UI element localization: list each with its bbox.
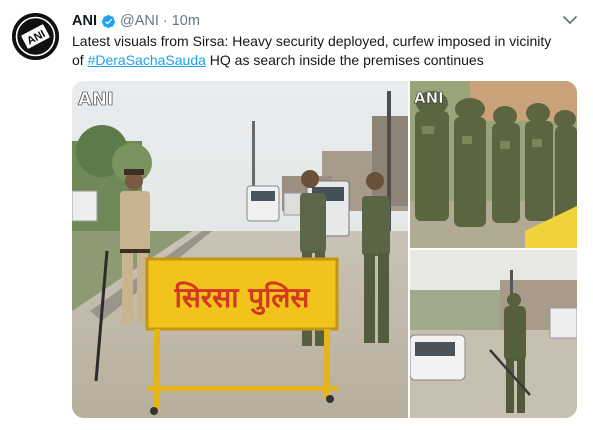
author-name[interactable]: ANI [72,13,97,29]
tweet-text-prefix: of [72,52,88,68]
tweet-text: Latest visuals from Sirsa: Heavy securit… [72,32,582,70]
tweet-header: ANI @ANI · 10m [72,11,200,31]
barricade-text: सिरसा पुलिस [174,281,311,315]
verified-badge-icon [101,14,116,29]
header-separator: · [162,13,168,29]
street-scene [410,250,577,418]
watermark-ani: ANI [414,89,444,107]
tweet-card: ANI ANI @ANI · 10m Latest visuals from S… [0,0,593,430]
media-photo-barricade[interactable]: सिरसा पुलिस ANI [72,81,408,418]
watermark-ani: ANI [78,89,114,110]
tweet-timestamp[interactable]: 10m [172,13,200,29]
tweet-text-suffix: HQ as search inside the premises continu… [205,52,484,68]
author-handle[interactable]: @ANI [120,13,159,29]
barricade-scene: सिरसा पुलिस ANI [72,81,408,418]
hashtag-link[interactable]: #DeraSachaSauda [88,52,206,68]
ani-logo: ANI [12,13,59,60]
media-grid: सिरसा पुलिस ANI ANI [72,81,577,418]
media-photo-soldiers[interactable]: ANI [410,81,577,248]
chevron-down-icon[interactable] [562,14,578,26]
tweet-text-line1: Latest visuals from Sirsa: Heavy securit… [72,33,552,49]
media-photo-street[interactable] [410,250,577,418]
soldiers-scene: ANI [410,81,577,248]
author-avatar[interactable]: ANI [12,13,59,60]
